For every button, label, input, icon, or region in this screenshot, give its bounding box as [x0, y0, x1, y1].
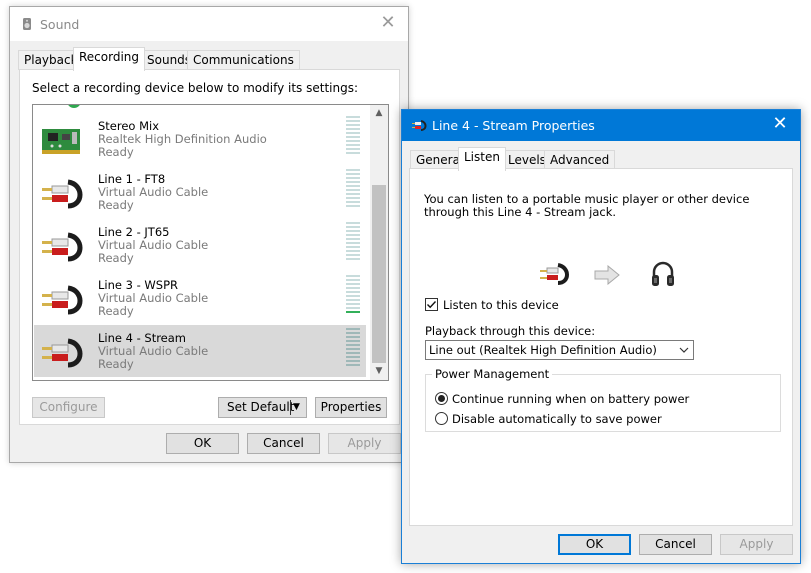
device-status: Ready [98, 198, 134, 212]
properties-title-bar[interactable]: Line 4 - Stream Properties ✕ [402, 110, 800, 141]
sound-window: Sound ✕ Playback Recording Sounds Commun… [9, 6, 409, 463]
level-meter [346, 222, 360, 266]
apply-button[interactable]: Apply [328, 433, 401, 454]
scroll-up-arrow-icon[interactable]: ▲ [370, 105, 388, 122]
cancel-button[interactable]: Cancel [247, 433, 320, 454]
list-item[interactable]: Line 3 - WSPR Virtual Audio Cable Ready [34, 272, 366, 324]
device-status: Ready [98, 145, 134, 159]
device-driver: Virtual Audio Cable [98, 238, 209, 252]
list-item-selected[interactable]: Line 4 - Stream Virtual Audio Cable Read… [34, 325, 366, 377]
audio-cable-icon [42, 285, 83, 315]
disable-automatically-label[interactable]: Disable automatically to save power [452, 412, 662, 426]
arrow-right-icon [594, 265, 620, 285]
listen-flow-illustration [538, 257, 678, 293]
apply-button[interactable]: Apply [720, 534, 793, 555]
ok-button[interactable]: OK [558, 534, 631, 555]
disable-automatically-radio[interactable] [435, 412, 448, 425]
recording-panel: Select a recording device below to modif… [19, 69, 400, 425]
tab-listen[interactable]: Listen [458, 147, 506, 171]
sound-close-icon[interactable]: ✕ [378, 13, 398, 33]
level-meter [346, 275, 360, 319]
power-management-group: Power Management Continue running when o… [425, 367, 781, 432]
scroll-down-arrow-icon[interactable]: ▼ [370, 363, 388, 380]
chevron-down-icon [679, 347, 689, 353]
level-meter [346, 169, 360, 213]
ok-button[interactable]: OK [166, 433, 239, 454]
listen-checkbox[interactable] [425, 298, 438, 311]
audio-cable-icon [42, 338, 83, 368]
listen-description: You can listen to a portable music playe… [424, 192, 750, 219]
set-default-button[interactable]: Set Default ▼ [218, 397, 307, 418]
playback-device-value: Line out (Realtek High Definition Audio) [429, 343, 657, 357]
device-list-scrollbar[interactable]: ▲ ▼ [370, 105, 388, 380]
level-meter [346, 328, 360, 372]
level-meter [346, 116, 360, 160]
list-item[interactable]: Stereo Mix Realtek High Definition Audio… [34, 113, 366, 165]
cancel-button[interactable]: Cancel [639, 534, 712, 555]
sound-title-bar[interactable]: Sound ✕ [10, 7, 408, 41]
playback-device-select[interactable]: Line out (Realtek High Definition Audio) [425, 340, 694, 360]
device-driver: Virtual Audio Cable [98, 185, 209, 199]
list-item[interactable]: Line 1 - FT8 Virtual Audio Cable Ready [34, 166, 366, 218]
headphones-icon [652, 261, 674, 286]
dropdown-arrow-icon[interactable]: ▼ [293, 398, 300, 417]
default-device-badge-icon [68, 105, 80, 108]
device-driver: Realtek High Definition Audio [98, 132, 267, 146]
audio-cable-icon [412, 120, 427, 131]
tab-recording[interactable]: Recording [73, 47, 146, 71]
properties-close-icon[interactable]: ✕ [770, 114, 790, 134]
device-status: Ready [98, 357, 134, 371]
properties-window: Line 4 - Stream Properties ✕ General Lis… [401, 109, 801, 564]
properties-button[interactable]: Properties [315, 397, 387, 418]
device-driver: Virtual Audio Cable [98, 291, 209, 305]
speaker-icon [23, 18, 31, 30]
audio-cable-icon [540, 263, 569, 285]
device-name: Line 4 - Stream [98, 331, 187, 345]
device-list[interactable]: Stereo Mix Realtek High Definition Audio… [32, 104, 389, 381]
instruction-text: Select a recording device below to modif… [32, 81, 359, 95]
device-name: Line 1 - FT8 [98, 172, 166, 186]
sound-window-title: Sound [40, 17, 80, 32]
checkmark-icon [427, 301, 437, 309]
power-management-legend: Power Management [432, 367, 553, 381]
audio-cable-icon [42, 232, 83, 262]
playback-label: Playback through this device: [425, 324, 596, 338]
scrollbar-thumb[interactable] [372, 185, 386, 363]
tab-advanced[interactable]: Advanced [544, 150, 616, 170]
device-driver: Virtual Audio Cable [98, 344, 209, 358]
set-default-label: Set Default [227, 400, 295, 414]
device-name: Line 2 - JT65 [98, 225, 170, 239]
configure-button[interactable]: Configure [32, 397, 105, 418]
list-item[interactable]: Line 2 - JT65 Virtual Audio Cable Ready [34, 219, 366, 271]
audio-cable-icon [42, 179, 83, 209]
sound-card-icon [42, 129, 80, 154]
tab-communications[interactable]: Communications [187, 50, 300, 70]
device-status: Ready [98, 304, 134, 318]
radio-dot [438, 395, 445, 402]
device-name: Stereo Mix [98, 119, 160, 133]
listen-panel: You can listen to a portable music playe… [409, 168, 793, 526]
properties-window-title: Line 4 - Stream Properties [432, 118, 595, 133]
split-divider [290, 400, 291, 415]
continue-running-radio[interactable] [435, 392, 448, 405]
device-status: Ready [98, 251, 134, 265]
device-name: Line 3 - WSPR [98, 278, 178, 292]
listen-checkbox-label[interactable]: Listen to this device [443, 298, 559, 312]
continue-running-label[interactable]: Continue running when on battery power [452, 392, 689, 406]
